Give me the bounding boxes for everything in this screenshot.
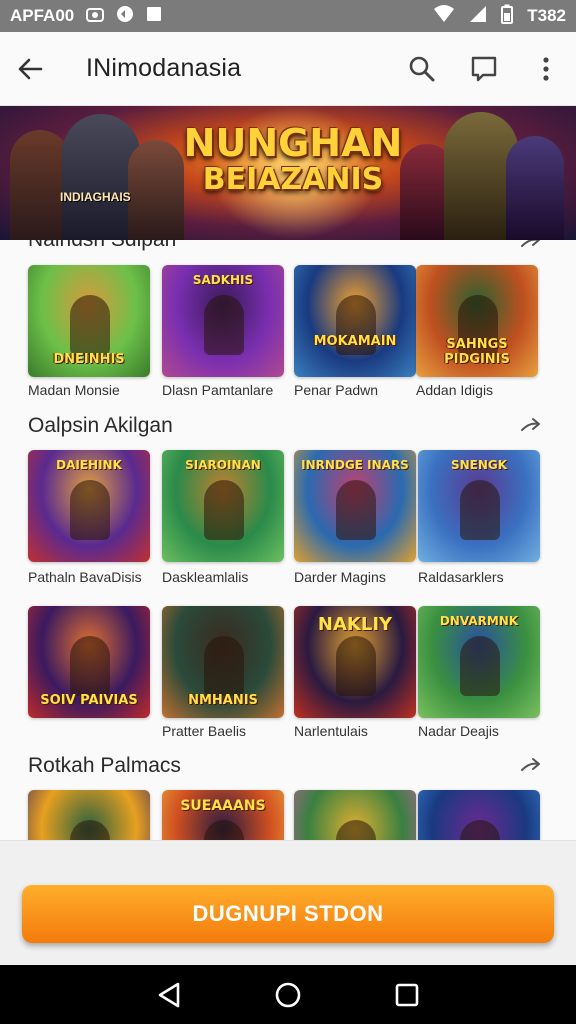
game-caption[interactable]: Pratter Baelis bbox=[162, 723, 246, 739]
app-bar: INimodanasia bbox=[0, 32, 576, 106]
game-tile[interactable]: INRNDGE INARS bbox=[294, 450, 416, 562]
game-tile[interactable]: DNEINHIS bbox=[28, 265, 150, 377]
game-caption[interactable]: Narlentulais bbox=[294, 723, 368, 739]
tile-art-text: SAHNGS PIDGINIS bbox=[444, 337, 510, 367]
app-screen: APFA00 T382 INimodanasia INDIAGHAIS NUNG… bbox=[0, 0, 576, 1024]
game-tile[interactable]: DAIEHINK bbox=[28, 450, 150, 562]
game-tile[interactable]: SADKHIS bbox=[162, 265, 284, 377]
status-bar: APFA00 T382 bbox=[0, 0, 576, 32]
hero-subtitle: INDIAGHAIS bbox=[60, 190, 131, 204]
tile-art-text: SNENGK bbox=[450, 458, 508, 472]
game-caption[interactable]: Raldasarklers bbox=[418, 569, 504, 585]
game-tile[interactable]: SAHNGS PIDGINIS bbox=[416, 265, 538, 377]
sync-icon bbox=[116, 5, 134, 28]
notification-icon bbox=[146, 6, 162, 27]
section-title: Nalndsn Sdipan bbox=[28, 240, 176, 252]
hero-title-line1: NUNGHAN bbox=[183, 121, 403, 165]
game-tile[interactable] bbox=[28, 790, 150, 840]
game-tile[interactable]: SNENGK bbox=[418, 450, 540, 562]
game-tile[interactable] bbox=[294, 790, 416, 840]
game-tile[interactable]: DNVARMNK bbox=[418, 606, 540, 718]
tile-art-text: SIAROINAN bbox=[185, 458, 261, 472]
game-tile[interactable]: NAKLIY bbox=[294, 606, 416, 718]
hero-title: NUNGHAN BEIAZANIS bbox=[178, 121, 408, 197]
section-arrow-icon[interactable] bbox=[520, 240, 542, 252]
game-caption[interactable]: Dlasn Pamtanlare bbox=[162, 382, 273, 398]
more-options-icon[interactable] bbox=[530, 53, 562, 85]
nav-home-icon[interactable] bbox=[272, 979, 304, 1011]
game-caption[interactable]: Darder Magins bbox=[294, 569, 386, 585]
camera-icon bbox=[86, 6, 105, 27]
game-caption[interactable]: Nadar Deajis bbox=[418, 723, 499, 739]
tile-art-text: SADKHIS bbox=[192, 273, 254, 287]
hero-character bbox=[10, 130, 70, 240]
game-caption[interactable]: Pathaln BavaDisis bbox=[28, 569, 142, 585]
nav-recents-icon[interactable] bbox=[391, 979, 423, 1011]
hero-character bbox=[506, 136, 564, 240]
game-caption[interactable]: Daskleamlalis bbox=[162, 569, 248, 585]
game-tile[interactable]: MOKAMAIN bbox=[294, 265, 416, 377]
nav-back-icon[interactable] bbox=[153, 979, 185, 1011]
tile-art-text: SOIV PAIVIAS bbox=[40, 693, 138, 708]
bottom-action-panel: DUGNUPI STDON bbox=[0, 840, 576, 965]
game-caption[interactable]: Addan Idigis bbox=[416, 382, 493, 398]
page-title: INimodanasia bbox=[86, 54, 242, 82]
tile-art-text: DAIEHINK bbox=[56, 458, 122, 472]
signal-icon bbox=[469, 5, 487, 28]
game-caption[interactable]: Madan Monsie bbox=[28, 382, 120, 398]
system-nav-bar bbox=[0, 965, 576, 1024]
section-title: Rotkah Palmacs bbox=[28, 754, 181, 777]
game-tile[interactable]: SUEAAANS bbox=[162, 790, 284, 840]
tile-art-text: MOKAMAIN bbox=[313, 334, 397, 349]
hero-title-line2: BEIAZANIS bbox=[202, 161, 384, 197]
hero-banner[interactable]: INDIAGHAIS NUNGHAN BEIAZANIS bbox=[0, 106, 576, 240]
section-title: Oalpsin Akilgan bbox=[28, 414, 173, 437]
search-icon[interactable] bbox=[406, 53, 438, 85]
section-arrow-icon[interactable] bbox=[520, 754, 542, 776]
tile-art-text: NAKLIY bbox=[317, 614, 393, 635]
status-time: T382 bbox=[527, 6, 566, 25]
tile-art-text: DNEINHIS bbox=[53, 352, 125, 367]
back-arrow-icon[interactable] bbox=[14, 53, 46, 85]
status-left-text: APFA00 bbox=[10, 6, 75, 25]
hero-character bbox=[128, 140, 184, 240]
section-arrow-icon[interactable] bbox=[520, 414, 542, 436]
game-tile[interactable]: NMHANIS bbox=[162, 606, 284, 718]
tile-art-text: DNVARMNK bbox=[439, 614, 519, 628]
primary-action-button[interactable]: DUGNUPI STDON bbox=[22, 885, 554, 943]
wifi-icon bbox=[433, 4, 455, 28]
tile-art-text: INRNDGE INARS bbox=[301, 458, 409, 472]
tile-art-text: SUEAAANS bbox=[180, 798, 266, 814]
game-tile[interactable] bbox=[418, 790, 540, 840]
game-caption[interactable]: Penar Padwn bbox=[294, 382, 378, 398]
game-tile[interactable]: SOIV PAIVIAS bbox=[28, 606, 150, 718]
battery-icon bbox=[501, 4, 514, 29]
content-scroll[interactable]: Nalndsn Sdipan DNEINHIS SADKHIS MOKAMAIN… bbox=[0, 240, 576, 840]
tile-art-text: NMHANIS bbox=[188, 693, 258, 708]
chat-icon[interactable] bbox=[468, 53, 500, 85]
game-tile[interactable]: SIAROINAN bbox=[162, 450, 284, 562]
